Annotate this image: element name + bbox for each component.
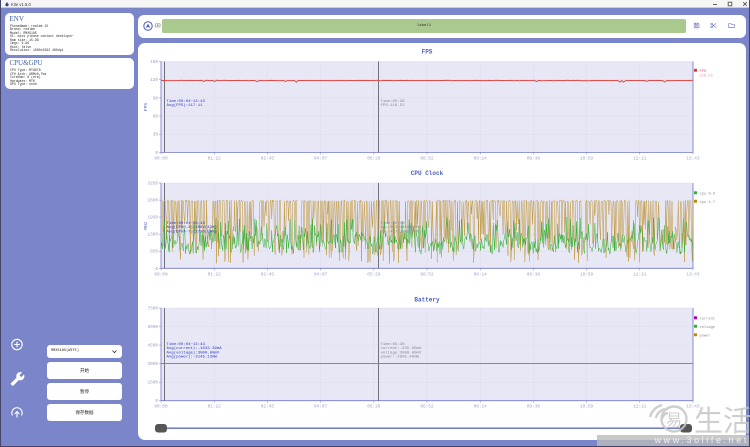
svg-text:易: 易	[666, 413, 682, 430]
svg-text:Avg(CPU4-7):1796(59%): Avg(CPU4-7):1796(59%)	[167, 229, 217, 234]
svg-text:3250: 3250	[147, 182, 158, 187]
svg-text:12:21: 12:21	[633, 156, 647, 161]
svg-text:cpu 0-3: cpu 0-3	[700, 192, 716, 196]
svg-text:00:00: 00:00	[154, 272, 168, 277]
svg-text:cpu 4-7:2002(59%): cpu 4-7:2002(59%)	[381, 229, 422, 234]
svg-text:06:52: 06:52	[420, 156, 434, 161]
svg-text:生活: 生活	[694, 405, 750, 436]
svg-text:12:21: 12:21	[633, 405, 647, 410]
svg-text:09:36: 09:36	[527, 156, 541, 161]
svg-text:30: 30	[153, 133, 159, 138]
svg-text:13:43: 13:43	[686, 272, 700, 277]
svg-text:08:14: 08:14	[474, 405, 488, 410]
svg-text:02:45: 02:45	[261, 405, 275, 410]
svg-text:FPS:116.52: FPS:116.52	[381, 104, 406, 108]
svg-text:116.52: 116.52	[700, 74, 713, 78]
svg-text:04:07: 04:07	[314, 272, 328, 277]
svg-text:Avg(power):-3145.13mW: Avg(power):-3145.13mW	[167, 355, 218, 360]
svg-text:04:07: 04:07	[314, 405, 328, 410]
svg-text:08:14: 08:14	[474, 156, 488, 161]
svg-text:13:43: 13:43	[686, 156, 700, 161]
svg-text:05:29: 05:29	[367, 156, 381, 161]
svg-text:120: 120	[150, 78, 158, 83]
svg-text:power:-2805.00mW: power:-2805.00mW	[381, 355, 420, 360]
svg-text:01:22: 01:22	[208, 405, 222, 410]
svg-text:00:00: 00:00	[154, 156, 168, 161]
svg-text:cpu 4-7: cpu 4-7	[700, 201, 716, 205]
svg-text:10:59: 10:59	[580, 156, 594, 161]
svg-text:Avg(FPS):117.11: Avg(FPS):117.11	[167, 103, 204, 108]
svg-text:0: 0	[155, 151, 158, 156]
svg-text:7500: 7500	[147, 307, 158, 312]
svg-text:2600: 2600	[147, 199, 158, 204]
svg-text:650: 650	[150, 250, 158, 255]
svg-text:FPS: FPS	[700, 70, 707, 74]
svg-text:0: 0	[155, 267, 158, 272]
svg-text:10:59: 10:59	[580, 272, 594, 277]
svg-text:MHz: MHz	[143, 221, 149, 229]
svg-text:0: 0	[155, 399, 158, 404]
svg-text:power: power	[700, 334, 711, 338]
svg-text:08:14: 08:14	[474, 272, 488, 277]
svg-text:Battery: Battery	[414, 297, 440, 304]
svg-text:06:52: 06:52	[420, 272, 434, 277]
svg-text:01:22: 01:22	[208, 156, 222, 161]
svg-text:12:21: 12:21	[633, 272, 647, 277]
svg-text:04:07: 04:07	[314, 156, 328, 161]
svg-text:01:22: 01:22	[208, 272, 222, 277]
svg-text:3000: 3000	[147, 362, 158, 367]
svg-text:150: 150	[150, 60, 158, 65]
svg-text:1950: 1950	[147, 216, 158, 221]
svg-text:10:59: 10:59	[580, 405, 594, 410]
svg-text:FPS: FPS	[422, 49, 433, 56]
svg-text:02:45: 02:45	[261, 156, 275, 161]
svg-text:FPS: FPS	[143, 103, 149, 111]
svg-text:voltage: voltage	[700, 325, 716, 330]
svg-text:60: 60	[153, 115, 159, 120]
svg-text:CPU Clock: CPU Clock	[411, 170, 444, 177]
svg-text:1500: 1500	[147, 381, 158, 386]
svg-text:06:52: 06:52	[420, 405, 434, 410]
svg-text:02:45: 02:45	[261, 272, 275, 277]
svg-text:6000: 6000	[147, 325, 158, 330]
svg-text:90: 90	[153, 96, 159, 101]
svg-text:05:29: 05:29	[367, 405, 381, 410]
svg-text:09:36: 09:36	[527, 405, 541, 410]
svg-text:05:29: 05:29	[367, 272, 381, 277]
svg-text:09:36: 09:36	[527, 272, 541, 277]
svg-text:00:00: 00:00	[154, 405, 168, 410]
svg-text:4500: 4500	[147, 344, 158, 349]
svg-text:current: current	[700, 317, 716, 321]
svg-text:1300: 1300	[147, 233, 158, 238]
